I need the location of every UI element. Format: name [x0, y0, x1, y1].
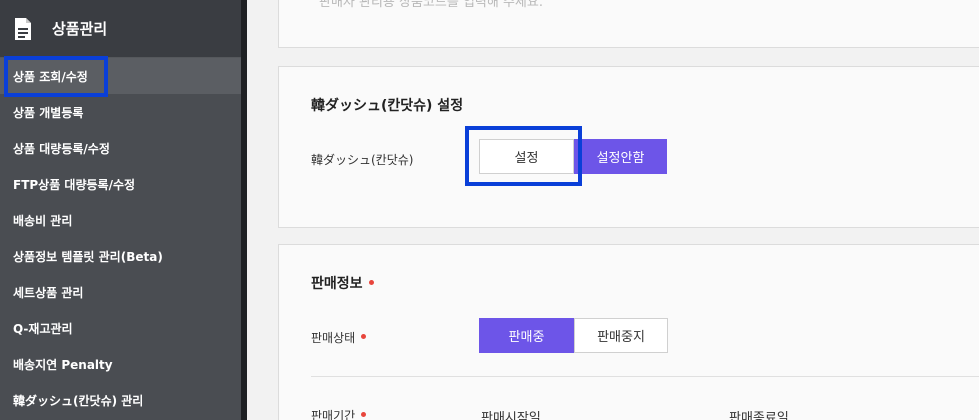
section-divider — [311, 376, 979, 377]
sidebar-item-label: 상품 대량등록/수정 — [13, 141, 110, 156]
sidebar-item-kandash[interactable]: 韓ダッシュ(칸닷슈) 관리 — [0, 382, 241, 418]
kandash-field-label: 韓ダッシュ(칸닷슈) — [311, 153, 414, 167]
main-content: 판매자 관리용 상품코드를 입력해 주세요. 韓ダッシュ(칸닷슈) 설정 韓ダッ… — [247, 0, 979, 420]
sidebar-item-label: 상품 조회/수정 — [13, 69, 88, 84]
sidebar-header: 상품관리 — [0, 0, 241, 58]
sales-info-title: 판매정보 — [311, 273, 374, 293]
required-dot-icon — [361, 334, 367, 339]
sidebar-item-label: Q-재고관리 — [13, 321, 73, 336]
product-code-card: 판매자 관리용 상품코드를 입력해 주세요. — [278, 0, 979, 48]
sidebar-item-product-register[interactable]: 상품 개별등록 — [0, 94, 241, 130]
sidebar-item-q-inventory[interactable]: Q-재고관리 — [0, 310, 241, 346]
sidebar-menu: 상품 조회/수정 상품 개별등록 상품 대량등록/수정 FTP상품 대량등록/수… — [0, 58, 241, 418]
sales-status-label-text: 판매상태 — [311, 331, 356, 345]
sales-period-label: 판매기간 — [311, 407, 367, 420]
sales-end-date-label: 판매종료일 — [729, 411, 789, 420]
sidebar-item-label: 배송비 관리 — [13, 213, 73, 228]
stop-sale-button[interactable]: 판매중지 — [574, 318, 668, 353]
product-code-input[interactable]: 판매자 관리용 상품코드를 입력해 주세요. — [319, 0, 543, 10]
sidebar-item-label: 배송지연 Penalty — [13, 357, 113, 372]
sidebar: 상품관리 상품 조회/수정 상품 개별등록 상품 대량등록/수정 FTP상품 대… — [0, 0, 241, 420]
sales-period-label-text: 판매기간 — [311, 409, 356, 420]
required-dot-icon — [368, 279, 374, 285]
kandash-settings-card: 韓ダッシュ(칸닷슈) 설정 韓ダッシュ(칸닷슈) 설정 설정안함 — [278, 66, 979, 228]
kandash-section-title: 韓ダッシュ(칸닷슈) 설정 — [311, 98, 464, 114]
kandash-unset-button[interactable]: 설정안함 — [574, 139, 667, 174]
sidebar-item-ftp-bulk-register[interactable]: FTP상품 대량등록/수정 — [0, 166, 241, 202]
sidebar-item-set-product[interactable]: 세트상품 관리 — [0, 274, 241, 310]
kandash-set-button[interactable]: 설정 — [479, 139, 574, 174]
sidebar-item-label: 상품 개별등록 — [13, 105, 84, 120]
sidebar-item-delivery-penalty[interactable]: 배송지연 Penalty — [0, 346, 241, 382]
sidebar-item-label: 상품정보 템플릿 관리(Beta) — [13, 249, 163, 264]
sidebar-item-bulk-register[interactable]: 상품 대량등록/수정 — [0, 130, 241, 166]
sales-start-date-label: 판매시작일 — [481, 411, 541, 420]
on-sale-button[interactable]: 판매중 — [479, 318, 574, 353]
sidebar-item-info-template[interactable]: 상품정보 템플릿 관리(Beta) — [0, 238, 241, 274]
sales-info-card: 판매정보 판매상태 판매중 판매중지 판매기간 판매시작일 판매종료일 — [278, 244, 979, 420]
sidebar-item-label: 韓ダッシュ(칸닷슈) 관리 — [13, 393, 144, 408]
required-dot-icon — [361, 412, 367, 417]
sales-status-label: 판매상태 — [311, 329, 367, 346]
sidebar-item-product-search-edit[interactable]: 상품 조회/수정 — [0, 58, 241, 94]
document-icon — [12, 16, 34, 42]
sidebar-item-label: 세트상품 관리 — [13, 285, 84, 300]
sidebar-title: 상품관리 — [52, 20, 108, 38]
sidebar-item-label: FTP상품 대량등록/수정 — [13, 177, 136, 192]
sales-info-title-text: 판매정보 — [311, 276, 363, 292]
sidebar-item-shipping-fee[interactable]: 배송비 관리 — [0, 202, 241, 238]
